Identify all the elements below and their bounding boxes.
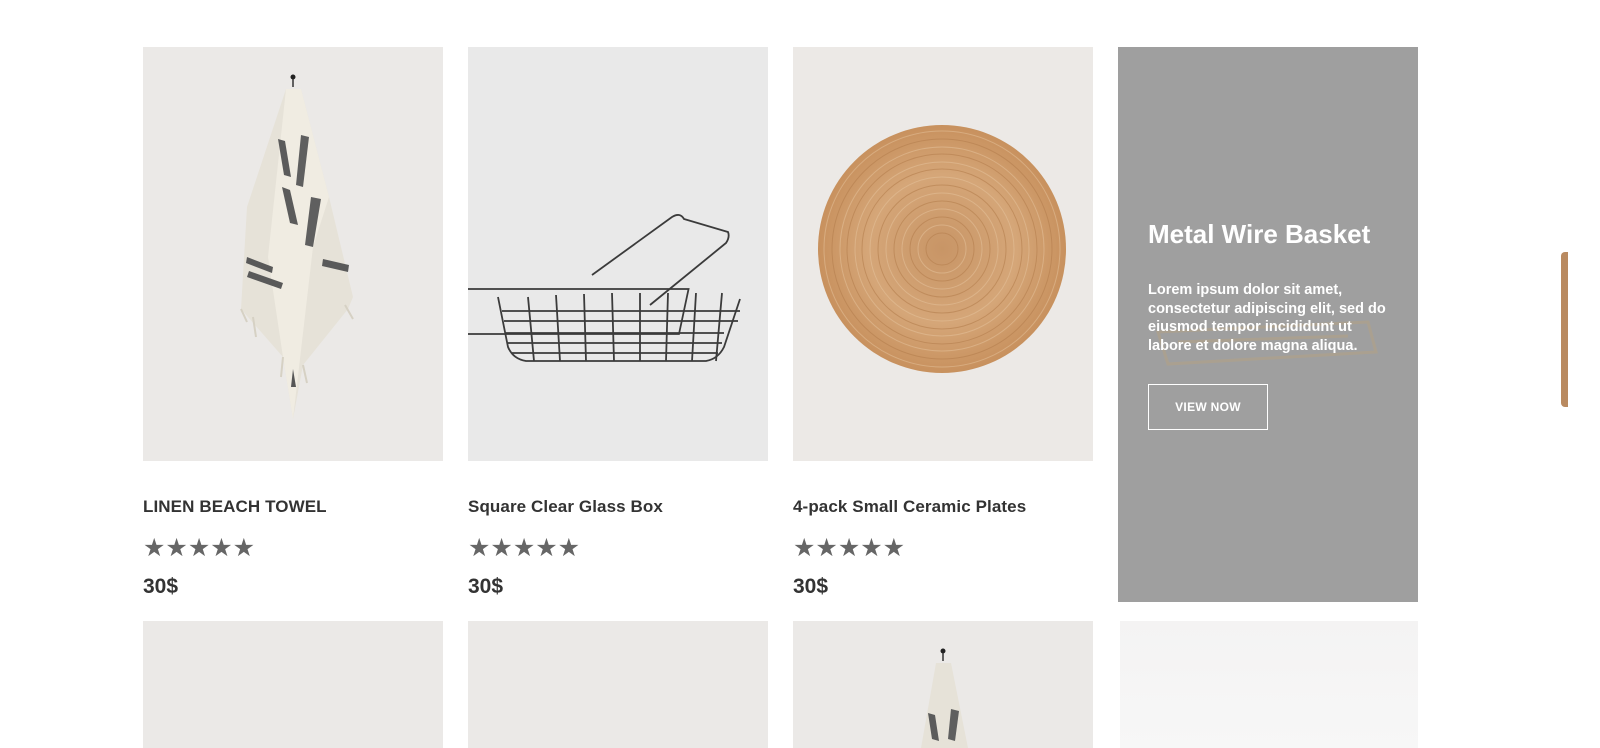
scroll-indicator[interactable]	[1561, 252, 1568, 407]
product-title[interactable]: 4-pack Small Ceramic Plates	[793, 497, 1093, 517]
rating-stars: ★★★★★	[468, 534, 581, 562]
placemat-image	[818, 125, 1066, 373]
product-image-towel[interactable]	[143, 47, 443, 461]
product-card[interactable]: LINEN BEACH TOWEL ★★★★★ 30$	[143, 47, 443, 607]
product-image[interactable]	[1120, 621, 1418, 748]
product-grid: LINEN BEACH TOWEL ★★★★★ 30$ Square Clear…	[0, 0, 1600, 748]
promo-title: Metal Wire Basket	[1148, 219, 1371, 249]
product-card[interactable]: Square Clear Glass Box ★★★★★ 30$	[468, 47, 768, 607]
promo-card: Metal Wire Basket Lorem ipsum dolor sit …	[1118, 47, 1418, 602]
view-now-button[interactable]: VIEW NOW	[1148, 384, 1268, 430]
product-image-towel[interactable]	[793, 621, 1093, 748]
product-image-placemat[interactable]	[793, 47, 1093, 461]
product-title[interactable]: LINEN BEACH TOWEL	[143, 497, 443, 517]
basket-image	[468, 214, 741, 362]
towel-image	[921, 648, 968, 748]
product-price: 30$	[793, 575, 829, 598]
product-image[interactable]	[143, 621, 443, 748]
product-price: 30$	[143, 575, 179, 598]
product-image[interactable]	[468, 621, 768, 748]
rating-stars: ★★★★★	[793, 534, 906, 562]
product-price: 30$	[468, 575, 504, 598]
promo-description: Lorem ipsum dolor sit amet, consectetur …	[1148, 282, 1386, 354]
product-title[interactable]: Square Clear Glass Box	[468, 497, 768, 517]
product-image-basket[interactable]	[468, 47, 768, 461]
rating-stars: ★★★★★	[143, 534, 256, 562]
product-card[interactable]: 4-pack Small Ceramic Plates ★★★★★ 30$	[793, 47, 1093, 607]
towel-image	[240, 74, 354, 419]
